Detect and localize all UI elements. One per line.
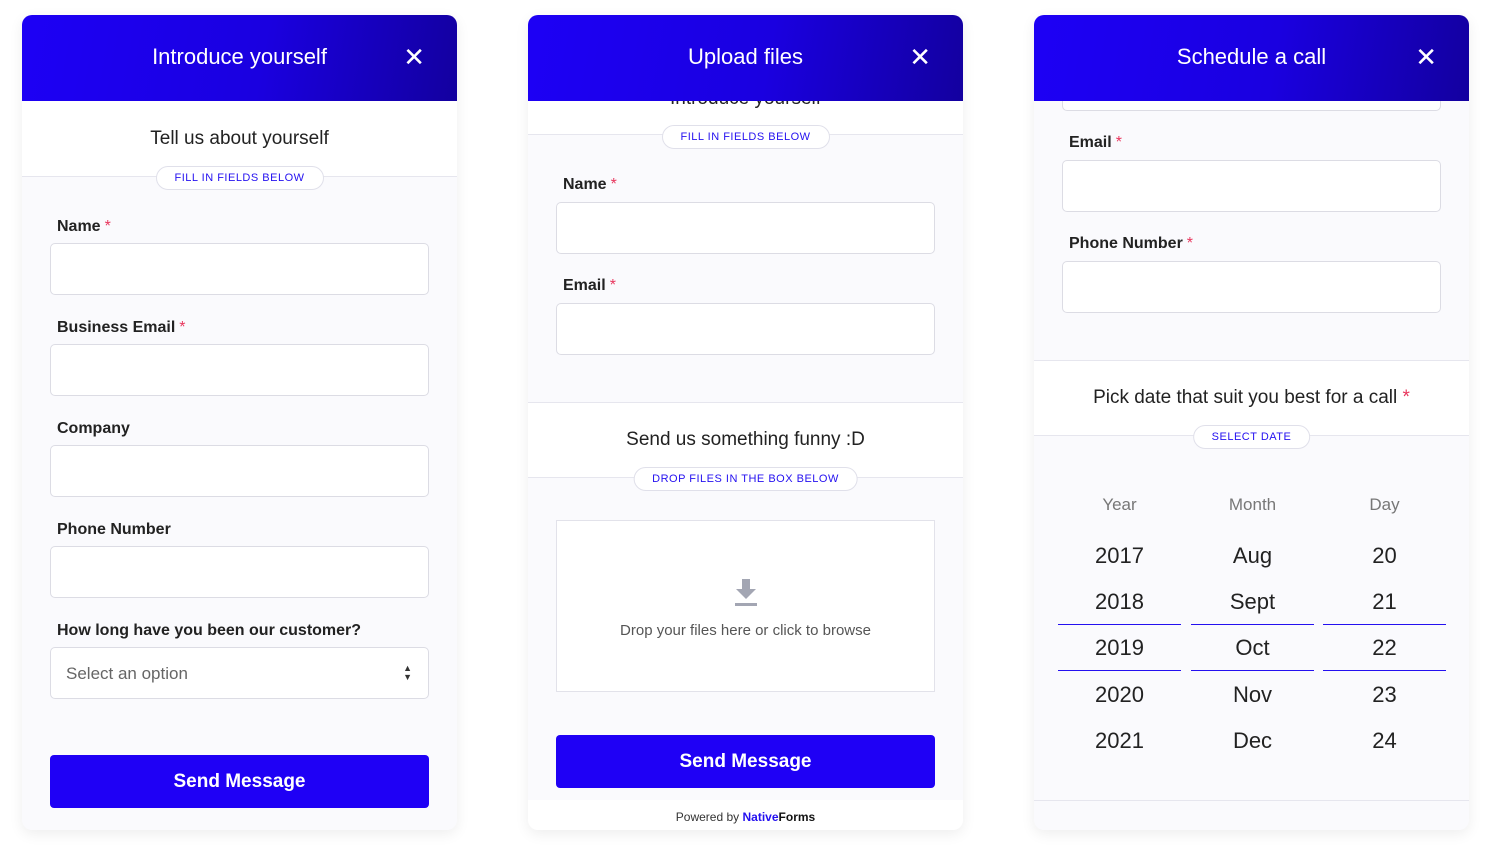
month-option-selected[interactable]: Oct (1191, 635, 1314, 661)
year-option[interactable]: 2017 (1058, 543, 1181, 569)
month-option[interactable]: Aug (1191, 543, 1314, 569)
close-icon[interactable]: ✕ (909, 44, 931, 70)
section-title: Send us something funny :D (626, 429, 865, 450)
year-option[interactable]: 2020 (1058, 682, 1181, 708)
phone-number-label: Phone Number * (1069, 235, 1194, 252)
selection-line (1323, 670, 1446, 671)
customer-duration-label: How long have you been our customer? (57, 622, 362, 639)
name-label: Name * (57, 218, 111, 235)
powered-by-footer: Powered by NativeForms (528, 800, 963, 830)
phone-number-label: Phone Number (57, 521, 171, 538)
form-title: Introduce yourself (152, 44, 327, 69)
select-arrows-icon: ▲ ▼ (403, 663, 412, 682)
form-title: Upload files (688, 44, 803, 69)
section-badge: FILL IN FIELDS BELOW (661, 125, 830, 149)
day-option[interactable]: 21 (1323, 589, 1446, 615)
close-icon[interactable]: ✕ (403, 44, 425, 70)
month-option[interactable]: Sept (1191, 589, 1314, 615)
day-option[interactable]: 20 (1323, 543, 1446, 569)
send-message-button[interactable]: Send Message (50, 755, 429, 808)
form-header: Schedule a call ✕ (1034, 15, 1469, 101)
email-input[interactable] (1062, 160, 1441, 212)
day-option[interactable]: 23 (1323, 682, 1446, 708)
year-option-selected[interactable]: 2019 (1058, 635, 1181, 661)
form-header: Upload files ✕ (528, 15, 963, 101)
file-drop-zone[interactable]: Drop your files here or click to browse (556, 520, 935, 692)
year-header: Year (1102, 495, 1137, 514)
name-input[interactable] (50, 243, 429, 295)
drop-zone-text: Drop your files here or click to browse (620, 622, 871, 639)
section-badge: DROP FILES IN THE BOX BELOW (633, 467, 858, 491)
close-icon[interactable]: ✕ (1415, 44, 1437, 70)
selection-line (1191, 624, 1314, 625)
day-header: Day (1369, 495, 1400, 514)
business-email-label: Business Email * (57, 319, 186, 336)
name-label: Name * (563, 176, 617, 193)
year-option[interactable]: 2021 (1058, 728, 1181, 754)
introduce-yourself-form: Introduce yourself ✕ Tell us about yours… (22, 15, 457, 830)
select-placeholder: Select an option (66, 664, 188, 683)
selection-line (1058, 624, 1181, 625)
section-badge: SELECT DATE (1192, 425, 1311, 449)
brand-native: Native (742, 810, 779, 824)
company-label: Company (57, 420, 130, 437)
section-title: Tell us about yourself (150, 128, 329, 149)
powered-by-text: Powered by (675, 810, 740, 824)
brand-forms: Forms (778, 810, 816, 824)
section-title: Pick date that suit you best for a call … (1093, 387, 1410, 408)
section-badge: FILL IN FIELDS BELOW (155, 166, 324, 190)
month-header: Month (1228, 495, 1277, 514)
divider (1034, 800, 1469, 801)
name-input[interactable] (556, 202, 935, 254)
day-option[interactable]: 24 (1323, 728, 1446, 754)
email-input[interactable] (556, 303, 935, 355)
selection-line (1323, 624, 1446, 625)
month-option[interactable]: Dec (1191, 728, 1314, 754)
download-icon (735, 579, 757, 606)
phone-number-input[interactable] (50, 546, 429, 598)
email-label: Email * (1069, 134, 1122, 151)
company-input[interactable] (50, 445, 429, 497)
month-option[interactable]: Nov (1191, 682, 1314, 708)
form-title: Schedule a call (1176, 44, 1327, 69)
send-message-button[interactable]: Send Message (556, 735, 935, 788)
selection-line (1191, 670, 1314, 671)
nativeforms-link[interactable]: NativeForms (743, 810, 816, 824)
selection-line (1058, 670, 1181, 671)
phone-number-input[interactable] (1062, 261, 1441, 313)
schedule-call-form: Schedule a call ✕ Email * Phone Number * P… (1034, 15, 1469, 830)
form-header: Introduce yourself ✕ (22, 15, 457, 101)
day-option-selected[interactable]: 22 (1323, 635, 1446, 661)
email-label: Email * (563, 277, 616, 294)
business-email-input[interactable] (50, 344, 429, 396)
customer-duration-select[interactable]: Select an option ▲ ▼ (50, 647, 429, 699)
upload-files-form: Upload files ✕ Introduce yourself FILL I… (528, 15, 963, 830)
year-option[interactable]: 2018 (1058, 589, 1181, 615)
